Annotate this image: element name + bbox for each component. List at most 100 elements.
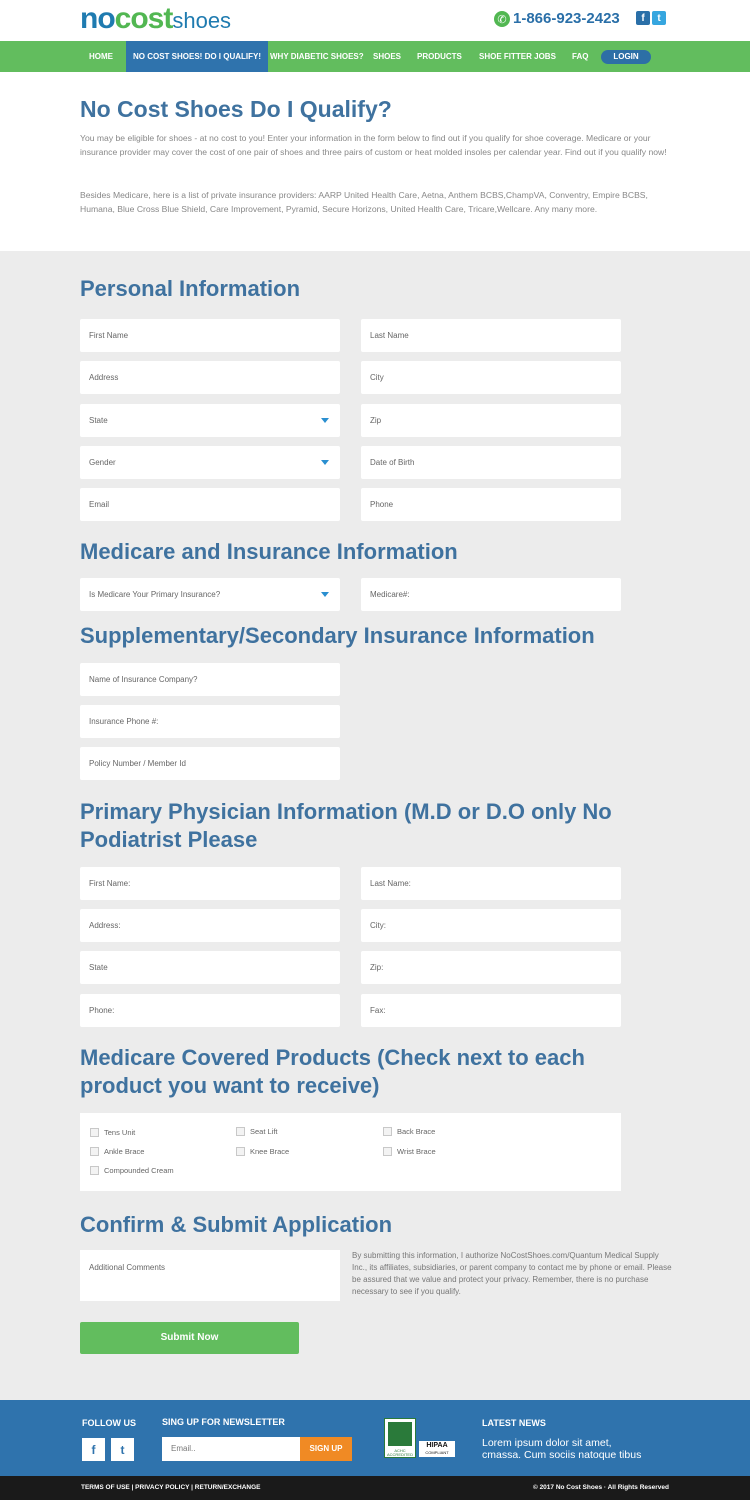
additional-comments-textarea[interactable]: Additional Comments: [80, 1250, 340, 1301]
twitter-icon[interactable]: t: [652, 11, 666, 25]
personal-info-title: Personal Information: [80, 276, 301, 301]
header-social: f t: [636, 11, 666, 25]
gender-select[interactable]: Gender: [80, 446, 340, 479]
products-title: Medicare Covered Products (Check next to…: [80, 1045, 585, 1098]
nav-shoe-fitter-jobs[interactable]: SHOE FITTER JOBS: [479, 41, 556, 72]
intro-paragraph: You may be eligible for shoes - at no co…: [80, 133, 667, 157]
nav-products[interactable]: PRODUCTS: [417, 41, 462, 72]
physician-city-field[interactable]: City:: [361, 909, 621, 942]
hipaa-badge: HIPAA COMPLIANT: [419, 1441, 455, 1457]
checkbox-box[interactable]: [383, 1127, 392, 1136]
intro-section: No Cost Shoes Do I Qualify? You may be e…: [0, 72, 750, 251]
building-icon: [388, 1422, 412, 1446]
hipaa-subtext: COMPLIANT: [425, 1450, 449, 1455]
supplementary-title: Supplementary/Secondary Insurance Inform…: [80, 623, 595, 648]
medicare-number-field[interactable]: Medicare#:: [361, 578, 621, 611]
header-phone[interactable]: ✆ 1-866-923-2423: [494, 11, 620, 27]
checkbox-label: Knee Brace: [250, 1147, 290, 1156]
date-of-birth-field[interactable]: Date of Birth: [361, 446, 621, 479]
checkbox-box[interactable]: [383, 1147, 392, 1156]
checkbox-label: Seat Lift: [250, 1127, 278, 1136]
follow-us-heading: FOLLOW US: [82, 1418, 136, 1428]
facebook-icon[interactable]: f: [82, 1438, 105, 1461]
footer-links[interactable]: TERMS OF USE | PRIVACY POLICY | RETURN/E…: [81, 1484, 261, 1491]
city-field[interactable]: City: [361, 361, 621, 394]
physician-zip-field[interactable]: Zip:: [361, 951, 621, 984]
chevron-down-icon: [321, 460, 329, 465]
medicare-primary-select[interactable]: Is Medicare Your Primary Insurance?: [80, 578, 340, 611]
checkbox-label: Back Brace: [397, 1127, 436, 1136]
nav-faq[interactable]: FAQ: [572, 41, 588, 72]
physician-state-field[interactable]: State: [80, 951, 340, 984]
nav-shoes[interactable]: SHOES: [373, 41, 401, 72]
site-logo[interactable]: nocostshoes: [80, 2, 231, 38]
physician-title: Primary Physician Information (M.D or D.…: [80, 799, 612, 852]
first-name-field[interactable]: First Name: [80, 319, 340, 352]
state-label: State: [89, 416, 108, 425]
facebook-icon[interactable]: f: [636, 11, 650, 25]
login-button[interactable]: LOGIN: [601, 50, 651, 64]
last-name-field[interactable]: Last Name: [361, 319, 621, 352]
bottom-bar: TERMS OF USE | PRIVACY POLICY | RETURN/E…: [0, 1476, 750, 1500]
checkbox-back-brace[interactable]: Back Brace: [383, 1127, 435, 1136]
checkbox-label: Ankle Brace: [104, 1147, 145, 1156]
nav-home[interactable]: HOME: [89, 41, 113, 72]
checkbox-label: Tens Unit: [104, 1128, 136, 1137]
phone-field[interactable]: Phone: [361, 488, 621, 521]
page-title: No Cost Shoes Do I Qualify?: [80, 96, 392, 122]
checkbox-ankle-brace[interactable]: Ankle Brace: [90, 1147, 144, 1156]
policy-number-field[interactable]: Policy Number / Member Id: [80, 747, 340, 780]
physician-last-name-field[interactable]: Last Name:: [361, 867, 621, 900]
medicare-title: Medicare and Insurance Information: [80, 539, 458, 564]
latest-news-heading: LATEST NEWS: [482, 1418, 546, 1428]
newsletter-signup-button[interactable]: SIGN UP: [300, 1437, 352, 1461]
newsletter-heading: SING UP FOR NEWSLETTER: [162, 1417, 285, 1427]
achc-text: ACHC ACCREDITED: [386, 1448, 413, 1457]
copyright: © 2017 No Cost Shoes · All Rights Reserv…: [532, 1484, 669, 1491]
physician-first-name-field[interactable]: First Name:: [80, 867, 340, 900]
site-header: nocostshoes ✆ 1-866-923-2423 f t: [0, 0, 750, 41]
twitter-icon[interactable]: t: [111, 1438, 134, 1461]
submit-button[interactable]: Submit Now: [80, 1322, 299, 1354]
email-field[interactable]: Email: [80, 488, 340, 521]
medicare-primary-label: Is Medicare Your Primary Insurance?: [89, 590, 221, 599]
checkbox-compounded-cream[interactable]: Compounded Cream: [90, 1166, 174, 1175]
checkbox-box[interactable]: [90, 1128, 99, 1137]
address-field[interactable]: Address: [80, 361, 340, 394]
insurance-company-field[interactable]: Name of Insurance Company?: [80, 663, 340, 696]
logo-shoes: shoes: [172, 8, 232, 33]
nav-qualify[interactable]: NO COST SHOES! DO I QUALIFY!: [126, 41, 269, 72]
achc-accredited-badge: ACHC ACCREDITED: [384, 1418, 416, 1458]
checkbox-label: Compounded Cream: [104, 1166, 174, 1175]
phone-number[interactable]: 1-866-923-2423: [513, 11, 620, 27]
insurance-phone-field[interactable]: Insurance Phone #:: [80, 705, 340, 738]
physician-phone-field[interactable]: Phone:: [80, 994, 340, 1027]
logo-cost: cost: [114, 2, 174, 35]
checkbox-box[interactable]: [236, 1147, 245, 1156]
main-nav: HOME NO COST SHOES! DO I QUALIFY! WHY DI…: [0, 41, 750, 72]
consent-text: By submitting this information, I author…: [352, 1251, 672, 1296]
insurance-providers-paragraph: Besides Medicare, here is a list of priv…: [80, 190, 648, 214]
hipaa-text: HIPAA: [426, 1442, 448, 1449]
checkbox-tens-unit[interactable]: Tens Unit: [90, 1128, 135, 1137]
checkbox-seat-lift[interactable]: Seat Lift: [236, 1127, 278, 1136]
gender-label: Gender: [89, 458, 116, 467]
checkbox-label: Wrist Brace: [397, 1147, 436, 1156]
nav-why-diabetic[interactable]: WHY DIABETIC SHOES?: [270, 41, 364, 72]
chevron-down-icon: [321, 418, 329, 423]
latest-news-text[interactable]: Lorem ipsum dolor sit amet, cmassa. Cum …: [482, 1437, 652, 1461]
physician-fax-field[interactable]: Fax:: [361, 994, 621, 1027]
checkbox-box[interactable]: [90, 1147, 99, 1156]
checkbox-box[interactable]: [90, 1166, 99, 1175]
newsletter-email-input[interactable]: Email..: [162, 1437, 300, 1461]
checkbox-wrist-brace[interactable]: Wrist Brace: [383, 1147, 436, 1156]
checkbox-knee-brace[interactable]: Knee Brace: [236, 1147, 289, 1156]
physician-address-field[interactable]: Address:: [80, 909, 340, 942]
products-checklist: Tens Unit Seat Lift Back Brace Ankle Bra…: [80, 1113, 621, 1191]
checkbox-box[interactable]: [236, 1127, 245, 1136]
chevron-down-icon: [321, 592, 329, 597]
phone-icon: ✆: [494, 11, 510, 27]
zip-field[interactable]: Zip: [361, 404, 621, 437]
confirm-title: Confirm & Submit Application: [80, 1212, 393, 1237]
state-select[interactable]: State: [80, 404, 340, 437]
